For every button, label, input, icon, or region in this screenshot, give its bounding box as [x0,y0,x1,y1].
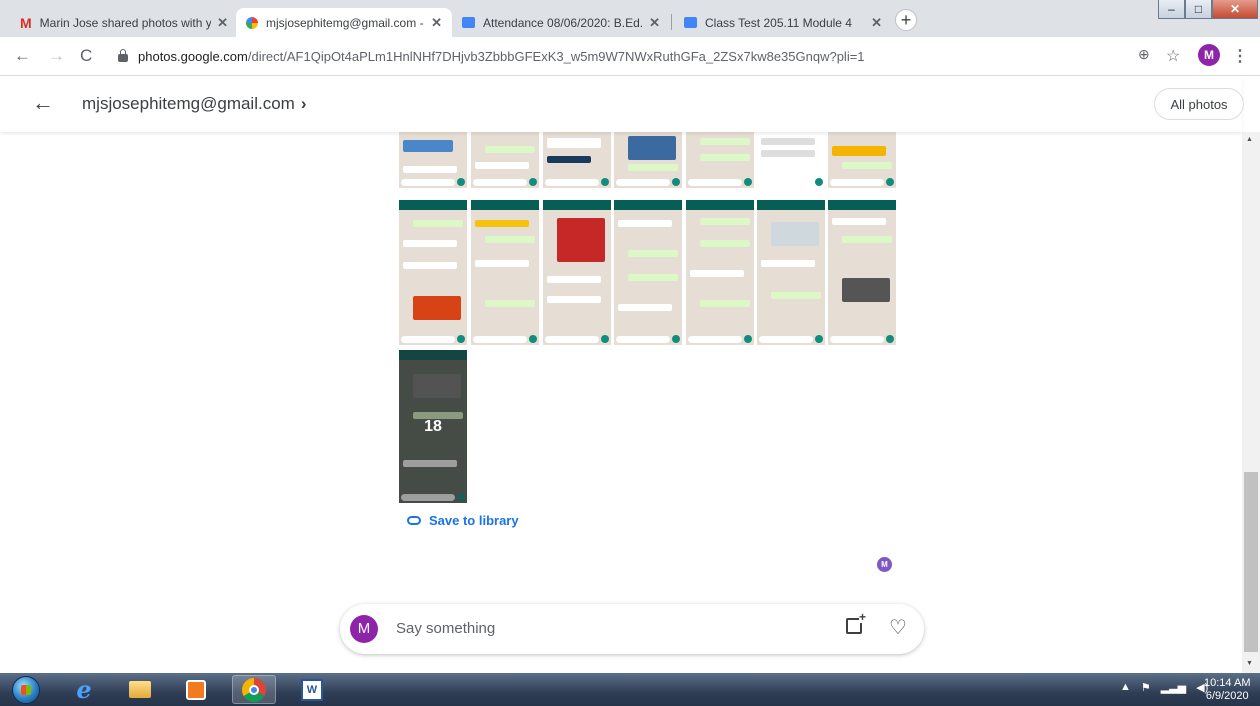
taskbar-media-player[interactable] [174,675,218,704]
network-icon[interactable]: ▂▃▅ [1161,681,1186,694]
window-controls: – □ ✕ [1158,0,1258,20]
gmail-icon: M [20,14,32,31]
photo-thumbnail[interactable] [757,200,825,345]
minimize-button[interactable]: – [1158,0,1185,19]
tab-title: Class Test 205.11 Module 4 [705,15,852,30]
taskbar-word[interactable]: W [290,675,334,704]
tab-attendance[interactable]: Attendance 08/06/2020: B.Ed. 20 ✕ [452,8,670,37]
classroom-icon [462,17,475,28]
add-photo-icon[interactable] [846,611,867,634]
photo-thumbnail[interactable] [399,132,467,188]
save-to-library-button[interactable]: Save to library [407,513,519,528]
close-icon[interactable]: ✕ [649,15,660,31]
tab-strip: M Marin Jose shared photos with yo ✕ mjs… [0,0,1260,37]
tab-google-photos[interactable]: mjsjosephitemg@gmail.com - Go ✕ [236,8,452,37]
viewer-avatar: M [877,557,892,572]
all-photos-button[interactable]: All photos [1154,88,1244,120]
chevron-right-icon: › [300,94,307,113]
lock-icon [118,49,128,62]
scroll-down-icon[interactable]: ▼ [1246,660,1253,667]
close-icon[interactable]: ✕ [871,15,882,31]
photo-thumbnail[interactable] [543,200,611,345]
google-photos-icon [246,16,258,29]
clock-date: 6/9/2020 [1205,690,1249,702]
tab-title: Marin Jose shared photos with yo [39,15,212,30]
photo-thumbnail[interactable] [828,200,896,345]
photo-grid-area: 18 Save to library M M Say something ♡ [0,132,1242,673]
flag-icon[interactable]: ⚑ [1141,681,1151,694]
install-icon[interactable]: ⊕ [1138,46,1150,63]
back-icon[interactable]: ← [14,46,31,66]
media-player-icon [186,679,206,700]
photos-header: ← mjsjosephitemg@gmail.com › All photos [0,76,1244,132]
bookmark-star-icon[interactable]: ☆ [1166,46,1180,66]
photo-thumbnail[interactable] [614,200,682,345]
tab-class-test[interactable]: Class Test 205.11 Module 4 ✕ [674,8,892,37]
photo-thumbnail[interactable] [686,132,754,188]
maximize-button[interactable]: □ [1185,0,1212,19]
back-arrow-icon[interactable]: ← [32,90,54,116]
photo-thumbnail[interactable] [828,132,896,188]
user-avatar: M [350,615,378,643]
folder-icon [129,681,151,698]
photo-thumbnail[interactable] [757,132,825,188]
conversation-title[interactable]: mjsjosephitemg@gmail.com › [82,94,307,114]
more-photos-count: 18 [399,350,467,503]
forward-icon[interactable]: → [48,46,65,66]
address-bar[interactable]: photos.google.com/direct/AF1QipOt4aPLm1H… [112,43,1142,69]
tray-expand-icon[interactable]: ▲ [1120,681,1131,694]
window-close-button[interactable]: ✕ [1212,0,1258,19]
tab-separator [671,14,672,30]
heart-icon[interactable]: ♡ [889,615,907,640]
windows-orb-icon [12,675,40,704]
photo-thumbnail[interactable] [471,200,539,345]
taskbar-chrome[interactable] [232,675,276,704]
menu-icon[interactable]: ⋮ [1232,46,1248,66]
close-icon[interactable]: ✕ [217,15,228,31]
start-button[interactable] [4,675,48,704]
taskbar-internet-explorer[interactable]: e [62,675,106,704]
photo-thumbnail[interactable] [686,200,754,345]
url-domain: photos.google.com [138,48,248,64]
new-tab-button[interactable]: + [895,9,917,31]
system-tray: ▲ ⚑ ▂▃▅ ◀) [1120,681,1208,694]
tab-title: Attendance 08/06/2020: B.Ed. 20 [483,15,644,30]
cloud-upload-icon [407,516,421,525]
url-path: /direct/AF1QipOt4aPLm1HnlNHf7DHjvb3ZbbbG… [247,48,865,64]
taskbar-file-explorer[interactable] [118,675,162,704]
photo-thumbnail[interactable] [543,132,611,188]
clock-time: 10:14 AM [1204,677,1251,689]
comment-input[interactable]: Say something [396,620,495,637]
system-clock[interactable]: 10:14 AM 6/9/2020 [1204,677,1250,703]
photo-thumbnail-more[interactable]: 18 [399,350,467,503]
internet-explorer-icon: e [76,675,92,704]
word-icon: W [301,678,323,701]
profile-avatar[interactable]: M [1198,44,1220,66]
reload-icon[interactable]: C [80,46,92,66]
save-to-library-label: Save to library [429,513,519,528]
tab-title: mjsjosephitemg@gmail.com - Go [266,15,425,30]
windows-taskbar: e W ▲ ⚑ ▂▃▅ ◀) 10:14 AM 6/9/2020 [0,673,1260,706]
scrollbar-thumb[interactable] [1244,472,1258,652]
comment-bar: M Say something ♡ [340,604,924,654]
chrome-icon [242,677,266,702]
photo-thumbnail[interactable] [399,200,467,345]
photo-thumbnail[interactable] [471,132,539,188]
vertical-scrollbar[interactable]: ▲ ▼ [1242,132,1260,673]
conversation-title-text: mjsjosephitemg@gmail.com [82,94,295,113]
browser-toolbar: ← → C photos.google.com/direct/AF1QipOt4… [0,37,1260,76]
close-icon[interactable]: ✕ [431,15,442,31]
scroll-up-icon[interactable]: ▲ [1246,136,1253,143]
tab-gmail[interactable]: M Marin Jose shared photos with yo ✕ [10,8,238,37]
classroom-icon [684,17,697,28]
photo-thumbnail[interactable] [614,132,682,188]
